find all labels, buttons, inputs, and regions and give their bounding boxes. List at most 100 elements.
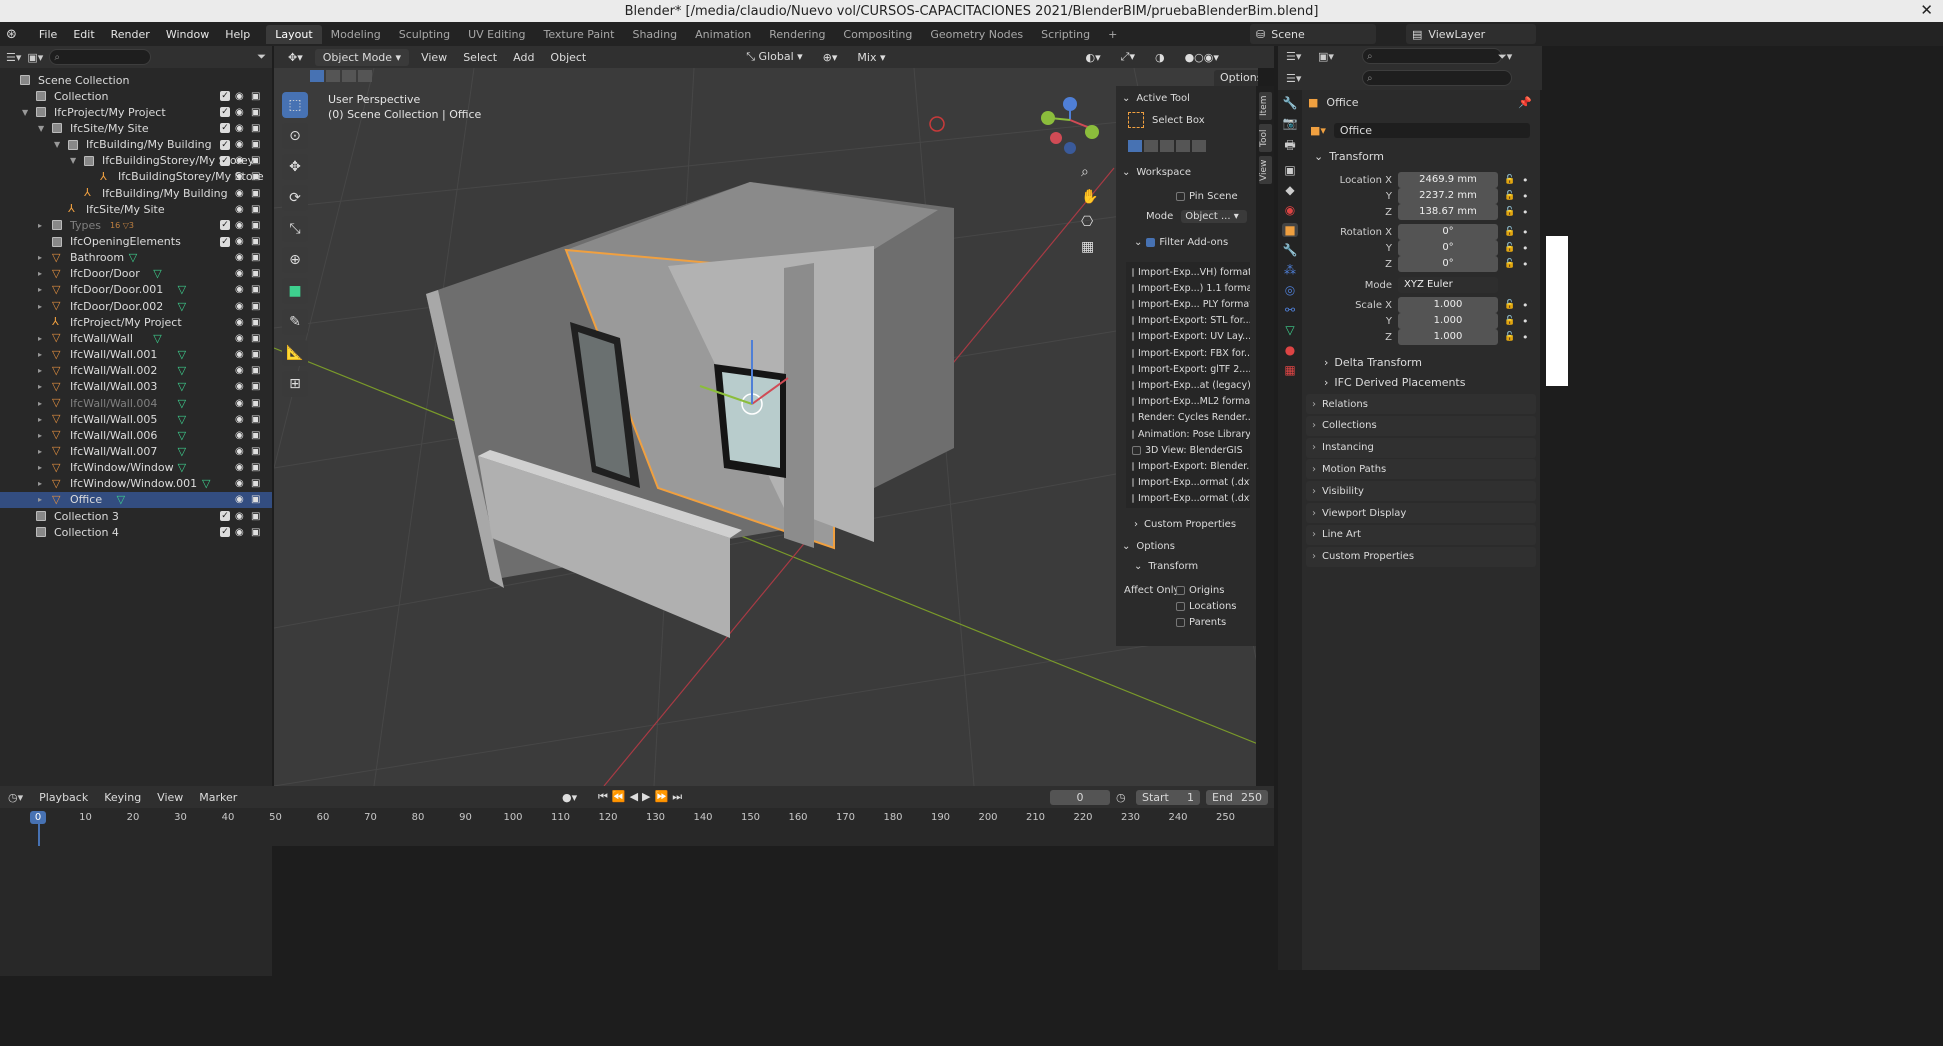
expand-toggle-icon[interactable]: ▼ bbox=[38, 124, 44, 133]
tab-scripting[interactable]: Scripting bbox=[1032, 25, 1099, 44]
exclude-checkbox[interactable]: ✓ bbox=[220, 527, 230, 538]
mode-dropdown[interactable]: Object Mode ▾ bbox=[314, 48, 410, 66]
addon-item[interactable]: Import-Exp... PLY format bbox=[1132, 296, 1250, 312]
mesh-data-icon[interactable]: ▽ bbox=[153, 267, 161, 280]
eye-icon[interactable]: ◉ bbox=[235, 317, 244, 328]
scene-tab-icon[interactable]: ◆ bbox=[1285, 183, 1294, 197]
addon-checkbox[interactable] bbox=[1132, 380, 1134, 390]
addon-item[interactable]: 3D View: BlenderGIS bbox=[1132, 442, 1250, 458]
tab-animation[interactable]: Animation bbox=[686, 25, 760, 44]
addon-checkbox[interactable] bbox=[1132, 429, 1134, 439]
camera-icon[interactable]: ▣ bbox=[251, 398, 260, 409]
timeline-menu-keying[interactable]: Keying bbox=[96, 791, 149, 804]
rotation-z-field[interactable]: 0° bbox=[1398, 256, 1498, 272]
keyframe-dot-icon[interactable]: • bbox=[1522, 331, 1529, 344]
scale-x-field[interactable]: 1.000 bbox=[1398, 297, 1498, 313]
object-row[interactable]: ▸ ▽ IfcWall/Wall.003 ▽ ◉ ▣ bbox=[0, 379, 272, 395]
tool-row[interactable]: Select Box bbox=[1116, 112, 1256, 128]
expand-toggle-icon[interactable]: ▸ bbox=[38, 479, 42, 488]
object-row[interactable]: ▸ ▽ IfcWall/Wall.002 ▽ ◉ ▣ bbox=[0, 363, 272, 379]
object-row[interactable]: ▸ ▽ IfcDoor/Door ▽ ◉ ▣ bbox=[0, 266, 272, 282]
world-tab-icon[interactable]: ◉ bbox=[1285, 203, 1295, 217]
addon-item[interactable]: Import-Exp...at (legacy) bbox=[1132, 377, 1250, 393]
empty-row[interactable]: ⅄ IfcBuildingStorey/My Store ◉ ▣ bbox=[0, 169, 272, 185]
viewport-menu-object[interactable]: Object bbox=[542, 49, 594, 66]
eye-icon[interactable]: ◉ bbox=[235, 188, 244, 199]
collection-row[interactable]: IfcOpeningElements ✓ ◉ ▣ bbox=[0, 234, 272, 250]
mesh-data-icon[interactable]: ▽ bbox=[129, 251, 137, 264]
menu-item-edit[interactable]: Edit bbox=[65, 28, 102, 41]
camera-icon[interactable]: ▣ bbox=[251, 301, 260, 312]
select-new-icon[interactable] bbox=[310, 70, 324, 82]
eye-icon[interactable]: ◉ bbox=[235, 414, 244, 425]
ifc-derived-placements-section[interactable]: › IFC Derived Placements bbox=[1302, 374, 1540, 390]
camera-icon[interactable]: ▣ bbox=[251, 268, 260, 279]
workspace-header[interactable]: ⌄ Workspace bbox=[1116, 164, 1256, 180]
object-row[interactable]: ▸ ▽ IfcWall/Wall.007 ▽ ◉ ▣ bbox=[0, 443, 272, 459]
data-tab-icon[interactable]: ▽ bbox=[1285, 323, 1294, 337]
orientation-dropdown[interactable]: ⤡ Global ▾ bbox=[738, 48, 810, 66]
eye-icon[interactable]: ◉ bbox=[235, 430, 244, 441]
object-row[interactable]: ▸ ▽ IfcWall/Wall.001 ▽ ◉ ▣ bbox=[0, 347, 272, 363]
expand-toggle-icon[interactable]: ▼ bbox=[54, 140, 60, 149]
3d-cursor[interactable] bbox=[929, 116, 945, 132]
eye-icon[interactable]: ◉ bbox=[235, 333, 244, 344]
move-icon[interactable]: ✥ bbox=[282, 154, 308, 180]
shading-modes-icon[interactable]: ●○◉▾ bbox=[1177, 49, 1227, 66]
empty-row[interactable]: ⅄ IfcBuilding/My Building ◉ ▣ bbox=[0, 185, 272, 201]
expand-toggle-icon[interactable]: ▸ bbox=[38, 350, 42, 359]
properties-search-input[interactable]: ⌕ bbox=[1362, 48, 1502, 64]
keyframe-dot-icon[interactable]: • bbox=[1522, 226, 1529, 239]
cursor-icon[interactable]: ⊙ bbox=[282, 123, 308, 149]
expand-toggle-icon[interactable]: ▸ bbox=[38, 253, 42, 262]
camera-icon[interactable]: ▣ bbox=[251, 381, 260, 392]
exclude-checkbox[interactable]: ✓ bbox=[220, 236, 230, 247]
eye-icon[interactable]: ◉ bbox=[235, 511, 244, 522]
keyframe-dot-icon[interactable]: • bbox=[1522, 242, 1529, 255]
section-instancing[interactable]: Instancing bbox=[1306, 437, 1536, 458]
camera-icon[interactable]: ▣ bbox=[251, 220, 260, 231]
eye-icon[interactable]: ◉ bbox=[235, 284, 244, 295]
camera-icon[interactable]: ▣ bbox=[251, 511, 260, 522]
navigation-gizmo[interactable] bbox=[1041, 97, 1099, 154]
expand-toggle-icon[interactable]: ▸ bbox=[38, 399, 42, 408]
3d-viewport[interactable]: ⌕ ✋ ⎔ ▦ Options ▾ bbox=[274, 68, 1258, 786]
outliner-search-input[interactable]: ⌕ bbox=[49, 49, 152, 65]
section-line-art[interactable]: Line Art bbox=[1306, 524, 1536, 545]
object-row[interactable]: ▸ ▽ IfcDoor/Door.001 ▽ ◉ ▣ bbox=[0, 282, 272, 298]
addon-checkbox[interactable] bbox=[1132, 445, 1141, 455]
display-icon[interactable]: ▣▾ bbox=[1318, 50, 1334, 63]
mesh-data-icon[interactable]: ▽ bbox=[178, 364, 186, 377]
scale-y-field[interactable]: 1.000 bbox=[1398, 313, 1498, 329]
object-row[interactable]: ▸ ▽ Office ▽ ◉ ▣ bbox=[0, 491, 272, 508]
empty-row[interactable]: ⅄ IfcProject/My Project ◉ ▣ bbox=[0, 314, 272, 330]
timeline-menu-view[interactable]: View bbox=[149, 791, 191, 804]
eye-icon[interactable]: ◉ bbox=[235, 478, 244, 489]
close-icon[interactable]: ✕ bbox=[1920, 1, 1933, 19]
filter-icon[interactable]: ⏷▾ bbox=[1498, 50, 1512, 64]
addon-item[interactable]: Import-Export: STL for... bbox=[1132, 313, 1250, 329]
expand-toggle-icon[interactable]: ▸ bbox=[38, 463, 42, 472]
collection-row[interactable]: ▼ IfcProject/My Project ✓ ◉ ▣ bbox=[0, 104, 272, 120]
custom-properties-section[interactable]: › Custom Properties bbox=[1116, 516, 1256, 532]
mesh-data-icon[interactable]: ▽ bbox=[178, 283, 186, 296]
camera-icon[interactable]: ⎔ bbox=[1081, 210, 1098, 235]
tab-sculpting[interactable]: Sculpting bbox=[390, 25, 459, 44]
current-frame-indicator[interactable]: 0 bbox=[30, 811, 46, 824]
collection-row[interactable]: ▼ IfcBuildingStorey/My Storey ✓ ◉ ▣ bbox=[0, 153, 272, 169]
properties-search2-input[interactable]: ⌕ bbox=[1362, 70, 1512, 86]
viewport-menu-select[interactable]: Select bbox=[455, 49, 505, 66]
props-editor-icon[interactable]: ☰▾ bbox=[1286, 72, 1301, 85]
object-name-input[interactable]: Office bbox=[1333, 122, 1530, 138]
addon-item[interactable]: Import-Exp...) 1.1 format bbox=[1132, 280, 1250, 296]
keyframe-dot-icon[interactable]: • bbox=[1522, 174, 1529, 187]
mesh-data-icon[interactable]: ▽ bbox=[178, 445, 186, 458]
camera-icon[interactable]: ▣ bbox=[251, 204, 260, 215]
tab-shading[interactable]: Shading bbox=[623, 25, 686, 44]
affect-locations-checkbox[interactable]: Locations bbox=[1176, 598, 1256, 614]
scene-canvas[interactable] bbox=[274, 68, 1258, 786]
expand-toggle-icon[interactable]: ▸ bbox=[38, 221, 42, 230]
mode-new-icon[interactable] bbox=[1128, 140, 1142, 152]
location-z-field[interactable]: 138.67 mm bbox=[1398, 204, 1498, 220]
expand-toggle-icon[interactable]: ▸ bbox=[38, 302, 42, 311]
